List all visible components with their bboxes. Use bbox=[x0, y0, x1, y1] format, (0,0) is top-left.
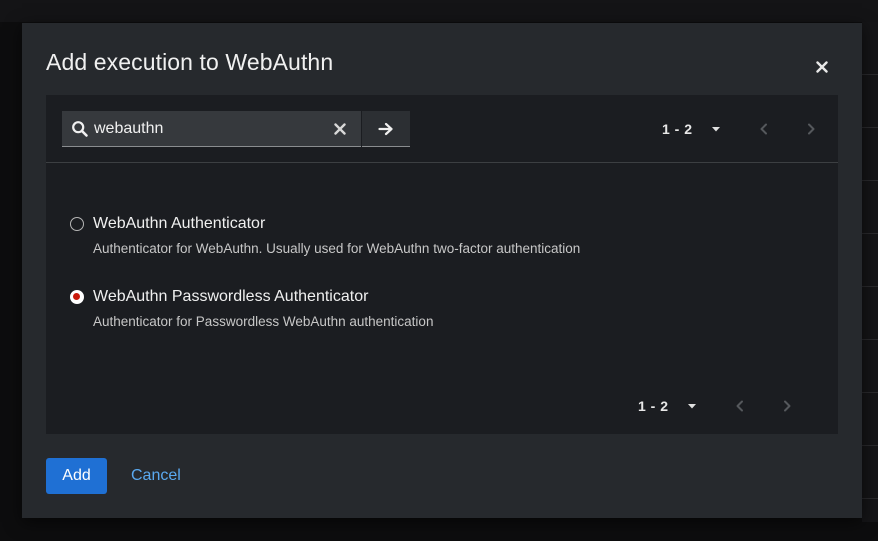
option-description: Authenticator for WebAuthn. Usually used… bbox=[93, 241, 581, 256]
pagination-bottom: 1 - 2 bbox=[638, 392, 808, 420]
chevron-right-icon[interactable] bbox=[804, 122, 818, 136]
authenticator-list-panel: 1 - 2 WebAuthn Authenticator Authenticat… bbox=[46, 95, 838, 434]
background-table-edge bbox=[862, 22, 878, 522]
option-webauthn-passwordless-authenticator[interactable]: WebAuthn Passwordless Authenticator Auth… bbox=[70, 288, 670, 332]
pagination-top: 1 - 2 bbox=[662, 115, 832, 143]
cancel-button[interactable]: Cancel bbox=[131, 467, 181, 485]
radio-webauthn-authenticator[interactable] bbox=[70, 217, 84, 231]
option-webauthn-authenticator[interactable]: WebAuthn Authenticator Authenticator for… bbox=[70, 215, 670, 259]
search-input[interactable] bbox=[94, 111, 324, 146]
radio-webauthn-passwordless-authenticator[interactable] bbox=[70, 290, 84, 304]
clear-search-button[interactable] bbox=[331, 120, 349, 138]
pagination-bottom-range: 1 - 2 bbox=[638, 398, 669, 414]
caret-down-icon bbox=[687, 404, 696, 409]
search-box bbox=[62, 111, 361, 147]
list-toolbar: 1 - 2 bbox=[46, 95, 838, 163]
chevron-right-icon[interactable] bbox=[780, 399, 794, 413]
pagination-top-range: 1 - 2 bbox=[662, 121, 693, 137]
search-submit-button[interactable] bbox=[362, 111, 410, 147]
option-label[interactable]: WebAuthn Authenticator bbox=[93, 215, 265, 233]
close-button[interactable] bbox=[808, 53, 836, 81]
pagination-bottom-toggle[interactable]: 1 - 2 bbox=[638, 398, 697, 414]
arrow-right-icon bbox=[378, 122, 393, 135]
times-icon bbox=[334, 123, 346, 135]
modal-title: Add execution to WebAuthn bbox=[46, 49, 334, 75]
background-header bbox=[0, 0, 878, 22]
option-label[interactable]: WebAuthn Passwordless Authenticator bbox=[93, 288, 368, 306]
pagination-top-toggle[interactable]: 1 - 2 bbox=[662, 121, 721, 137]
add-execution-modal: Add execution to WebAuthn webauthn 1 - 2… bbox=[22, 23, 862, 518]
caret-down-icon bbox=[711, 127, 720, 132]
chevron-left-icon[interactable] bbox=[733, 399, 747, 413]
add-button[interactable]: Add bbox=[46, 458, 107, 494]
search-icon bbox=[72, 121, 88, 137]
option-description: Authenticator for Passwordless WebAuthn … bbox=[93, 314, 434, 329]
chevron-left-icon[interactable] bbox=[757, 122, 771, 136]
close-icon bbox=[816, 61, 828, 73]
